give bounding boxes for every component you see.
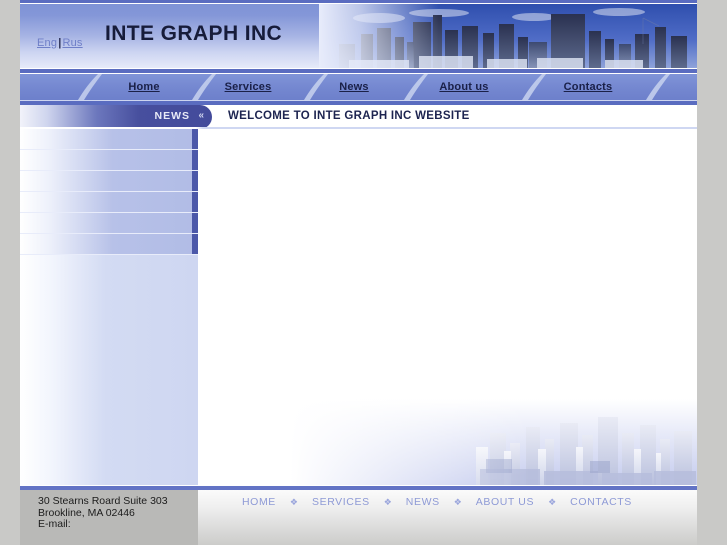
main-content bbox=[198, 129, 697, 485]
footer-address-panel: 30 Stearns Roard Suite 303 Brookline, MA… bbox=[20, 490, 198, 545]
city-skyline-photo bbox=[319, 4, 697, 68]
double-chevron-left-icon[interactable]: « bbox=[198, 110, 204, 121]
list-item[interactable] bbox=[20, 150, 198, 171]
nav-item-about-us[interactable]: About us bbox=[404, 74, 524, 100]
diamond-separator-icon: ❖ bbox=[383, 496, 392, 507]
site-logo: INTE GRAPH INC bbox=[105, 22, 283, 45]
main-navigation: Home Services News About us Contacts bbox=[20, 74, 697, 100]
list-item[interactable] bbox=[20, 192, 198, 213]
nav-item-services[interactable]: Services bbox=[192, 74, 304, 100]
footer-link-contacts[interactable]: CONTACTS bbox=[570, 496, 632, 508]
site-footer: 30 Stearns Roard Suite 303 Brookline, MA… bbox=[20, 490, 697, 545]
nav-link-home[interactable]: Home bbox=[128, 81, 159, 93]
list-item[interactable] bbox=[20, 171, 198, 192]
address-line-3: E-mail: bbox=[38, 518, 71, 530]
page-title: WELCOME TO INTE GRAPH INC WEBSITE bbox=[228, 110, 470, 122]
site-container: Eng|Rus INTE GRAPH INC Home Services New… bbox=[20, 0, 697, 545]
list-item[interactable] bbox=[20, 234, 198, 255]
footer-link-services[interactable]: SERVICES bbox=[312, 496, 370, 508]
list-item[interactable] bbox=[20, 213, 198, 234]
nav-items: Home Services News About us Contacts bbox=[20, 74, 697, 100]
skyline-left-fade bbox=[319, 4, 439, 68]
list-item[interactable] bbox=[20, 129, 198, 150]
nav-item-contacts[interactable]: Contacts bbox=[524, 74, 652, 100]
footer-nav-panel: HOME ❖ SERVICES ❖ NEWS ❖ ABOUT US ❖ CONT… bbox=[198, 490, 697, 545]
footer-link-about-us[interactable]: ABOUT US bbox=[476, 496, 534, 508]
nav-link-about-us[interactable]: About us bbox=[439, 81, 488, 93]
footer-link-news[interactable]: NEWS bbox=[406, 496, 440, 508]
news-sidebar bbox=[20, 129, 198, 485]
lang-eng-link[interactable]: Eng bbox=[37, 37, 57, 49]
section-band: NEWS « WELCOME TO INTE GRAPH INC WEBSITE bbox=[20, 105, 697, 129]
news-tab-label: NEWS bbox=[154, 110, 190, 122]
footer-address: 30 Stearns Roard Suite 303 Brookline, MA… bbox=[38, 495, 168, 531]
news-list bbox=[20, 129, 198, 255]
news-tab[interactable]: NEWS « bbox=[20, 105, 212, 129]
diamond-separator-icon: ❖ bbox=[289, 496, 298, 507]
nav-link-contacts[interactable]: Contacts bbox=[564, 81, 613, 93]
watermark-left-fade bbox=[290, 399, 530, 485]
site-header: Eng|Rus INTE GRAPH INC bbox=[20, 4, 697, 68]
nav-link-news[interactable]: News bbox=[339, 81, 369, 93]
nav-item-news[interactable]: News bbox=[304, 74, 404, 100]
nav-link-services[interactable]: Services bbox=[225, 81, 272, 93]
body-columns bbox=[20, 129, 697, 485]
nav-item-home[interactable]: Home bbox=[96, 74, 192, 100]
lang-rus-link[interactable]: Rus bbox=[62, 37, 82, 49]
footer-link-home[interactable]: HOME bbox=[242, 496, 276, 508]
page-root: Eng|Rus INTE GRAPH INC Home Services New… bbox=[0, 0, 727, 545]
diamond-separator-icon: ❖ bbox=[548, 496, 557, 507]
diamond-separator-icon: ❖ bbox=[453, 496, 462, 507]
footer-navigation: HOME ❖ SERVICES ❖ NEWS ❖ ABOUT US ❖ CONT… bbox=[242, 496, 632, 508]
city-skyline-watermark bbox=[290, 399, 697, 485]
address-line-1: 30 Stearns Roard Suite 303 bbox=[38, 495, 168, 507]
language-switcher[interactable]: Eng|Rus bbox=[37, 37, 83, 49]
